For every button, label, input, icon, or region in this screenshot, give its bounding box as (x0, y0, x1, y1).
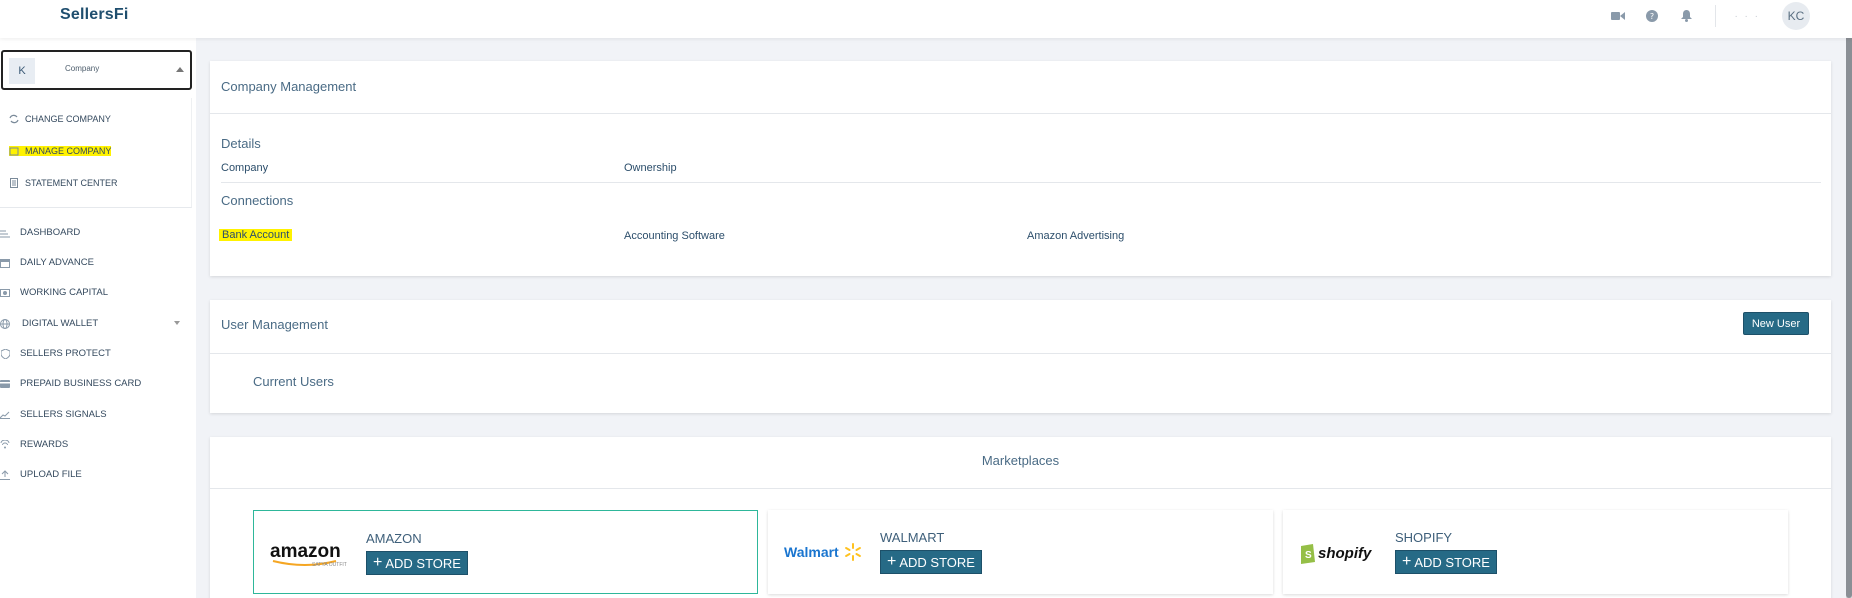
details-divider (221, 182, 1821, 183)
link-amazon-advertising[interactable]: Amazon Advertising (1027, 230, 1124, 242)
cash-icon (0, 288, 10, 298)
chevron-down-icon (174, 321, 180, 325)
plus-icon: + (373, 554, 383, 571)
nav-item-label: DAILY ADVANCE (20, 257, 94, 268)
chart-icon (0, 410, 10, 420)
nav-item-label: DASHBOARD (20, 227, 81, 238)
plus-icon: + (1402, 553, 1412, 570)
building-icon (9, 146, 19, 156)
calendar-icon (0, 258, 10, 268)
card-header-divider (210, 353, 1831, 354)
add-store-label: ADD STORE (385, 555, 461, 571)
company-management-card: Company Management Details Company Owner… (210, 61, 1831, 276)
nav-item-working-capital[interactable]: WORKING CAPITAL (0, 287, 190, 298)
nav-item-daily-advance[interactable]: DAILY ADVANCE (0, 257, 190, 268)
video-icon[interactable] (1609, 7, 1627, 25)
caret-up-icon (176, 67, 184, 72)
menu-item-statement-center[interactable]: STATEMENT CENTER (9, 178, 118, 188)
store-name: WALMART (880, 530, 945, 545)
top-bar-actions: ? · · · KC (1593, 2, 1810, 30)
nav-item-digital-wallet[interactable]: DIGITAL WALLET (0, 318, 190, 329)
menu-item-change-company[interactable]: CHANGE COMPANY (9, 114, 111, 124)
link-bank-account[interactable]: Bank Account (219, 229, 293, 241)
plus-icon: + (887, 553, 897, 570)
company-name: Company (65, 64, 100, 73)
new-user-button[interactable]: New User (1743, 312, 1809, 335)
sidebar: K Company CHANGE COMPANY MANAGE COMPANY … (0, 38, 196, 598)
add-store-button-amazon[interactable]: + ADD STORE (366, 551, 468, 575)
shield-icon (0, 348, 10, 359)
link-company[interactable]: Company (221, 162, 268, 174)
menu-item-label: MANAGE COMPANY (25, 146, 112, 156)
amazon-logo-text: amazon (270, 541, 341, 562)
topbar-divider (1715, 5, 1717, 27)
company-initial: K (9, 58, 35, 84)
walmart-logo: Walmart (784, 536, 876, 570)
upload-icon (0, 469, 10, 480)
current-users-label: Current Users (253, 374, 334, 389)
top-bar: SellersFi ? · · · KC (0, 0, 1852, 38)
add-store-button-shopify[interactable]: + ADD STORE (1395, 550, 1497, 574)
scrollbar-thumb[interactable] (1846, 10, 1852, 598)
nav-item-sellers-signals[interactable]: SELLERS SIGNALS (0, 409, 190, 420)
bell-icon[interactable] (1677, 7, 1695, 25)
nav-item-label: REWARDS (20, 439, 69, 450)
company-selector[interactable]: K Company (1, 50, 192, 90)
details-heading: Details (221, 136, 261, 151)
amazon-logo: amazon SATYA OUTFIT (270, 537, 362, 571)
add-store-label: ADD STORE (1414, 554, 1490, 570)
nav-item-label: SELLERS PROTECT (20, 348, 111, 359)
add-store-button-walmart[interactable]: + ADD STORE (880, 550, 982, 574)
svg-text:?: ? (1650, 12, 1654, 21)
card-icon (0, 379, 10, 389)
globe-icon (0, 318, 10, 329)
store-card-amazon[interactable]: amazon SATYA OUTFIT AMAZON + ADD STORE (253, 510, 758, 594)
document-icon (9, 178, 19, 188)
nav-item-rewards[interactable]: REWARDS (0, 439, 190, 450)
topbar-placeholder-text: · · · (1734, 10, 1760, 22)
help-icon[interactable]: ? (1643, 7, 1661, 25)
menu-item-manage-company[interactable]: MANAGE COMPANY (9, 146, 112, 156)
store-name: AMAZON (366, 531, 422, 546)
nav-item-label: SELLERS SIGNALS (20, 409, 107, 420)
gift-icon (0, 439, 10, 450)
shopify-logo: S shopify (1299, 536, 1391, 570)
shopify-logo-text: shopify (1318, 545, 1372, 562)
nav-item-label: DIGITAL WALLET (22, 318, 99, 329)
nav-item-label: WORKING CAPITAL (20, 287, 108, 298)
user-management-card: User Management New User Current Users (210, 300, 1831, 413)
nav-item-label: UPLOAD FILE (20, 469, 82, 480)
link-accounting-software[interactable]: Accounting Software (624, 230, 725, 242)
company-management-title: Company Management (221, 79, 357, 94)
marketplaces-title: Marketplaces (981, 453, 1060, 468)
card-header-divider (210, 113, 1831, 114)
nav-item-prepaid-business-card[interactable]: PREPAID BUSINESS CARD (0, 378, 190, 389)
menu-item-label: CHANGE COMPANY (25, 114, 111, 124)
nav-item-upload-file[interactable]: UPLOAD FILE (0, 469, 190, 480)
nav-item-label: PREPAID BUSINESS CARD (20, 378, 142, 389)
amazon-logo-subtext: SATYA OUTFIT (312, 562, 347, 568)
store-name: SHOPIFY (1395, 530, 1453, 545)
svg-text:S: S (1305, 550, 1312, 561)
nav-item-dashboard[interactable]: DASHBOARD (0, 227, 190, 238)
nav-item-sellers-protect[interactable]: SELLERS PROTECT (0, 348, 190, 359)
add-store-label: ADD STORE (899, 554, 975, 570)
user-management-title: User Management (221, 317, 328, 332)
walmart-logo-text: Walmart (784, 544, 839, 560)
dashboard-icon (0, 228, 10, 238)
sellersfi-logo[interactable]: SellersFi (60, 6, 129, 24)
menu-item-label: STATEMENT CENTER (25, 178, 118, 188)
link-ownership[interactable]: Ownership (624, 162, 677, 174)
store-card-shopify[interactable]: S shopify SHOPIFY + ADD STORE (1283, 510, 1788, 594)
marketplaces-card: Marketplaces amazon SATYA OUTFIT AMAZON … (210, 437, 1831, 598)
company-menu: CHANGE COMPANY MANAGE COMPANY STATEMENT … (0, 98, 192, 208)
user-avatar[interactable]: KC (1782, 2, 1810, 30)
store-card-walmart[interactable]: Walmart WALMART + ADD STORE (768, 510, 1273, 594)
page-scrollbar[interactable] (1846, 0, 1852, 598)
connections-heading: Connections (221, 193, 294, 208)
refresh-icon (9, 114, 19, 124)
card-header-divider (210, 488, 1831, 489)
